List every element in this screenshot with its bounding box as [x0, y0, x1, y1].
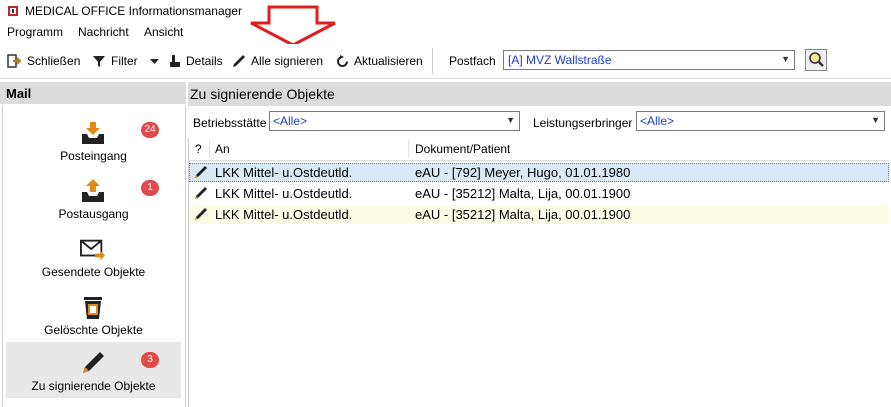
sign-all-button-label: Alle signieren [251, 54, 324, 68]
menu-ansicht[interactable]: Ansicht [144, 25, 183, 39]
toolbar: Schließen Filter Details Alle signieren … [0, 44, 891, 79]
sidebar-item-label: Zu signierende Objekte [31, 379, 156, 393]
table-row[interactable]: LKK Mittel- u.Ostdeutld. eAU - [35212] M… [189, 184, 889, 203]
leistungserbringer-select[interactable]: <Alle> ▼ [636, 111, 885, 131]
pen-icon [83, 352, 104, 373]
filter-dropdown-button[interactable] [150, 52, 159, 70]
cell-an: LKK Mittel- u.Ostdeutld. [215, 165, 353, 180]
cell-dokument: eAU - [792] Meyer, Hugo, 01.01.1980 [415, 165, 631, 180]
column-divider[interactable] [408, 140, 409, 158]
table-row[interactable]: LKK Mittel- u.Ostdeutld. eAU - [35212] M… [189, 205, 889, 224]
cell-dokument: eAU - [35212] Malta, Lija, 00.01.1900 [415, 186, 631, 201]
column-divider[interactable] [209, 140, 210, 158]
leistungserbringer-label: Leistungserbringer [533, 116, 633, 130]
title-bar: MEDICAL OFFICE Informationsmanager [0, 0, 891, 22]
toolbar-separator [432, 48, 433, 74]
betriebsstaette-label: Betriebsstätte [193, 116, 267, 130]
sidebar-item-gesendete-objekte[interactable]: Gesendete Objekte [6, 228, 181, 284]
app-logo-icon [8, 6, 18, 16]
exit-icon [7, 54, 22, 68]
column-header-flag[interactable]: ? [195, 142, 202, 156]
trash-icon [84, 297, 102, 319]
filter-button[interactable]: Filter [92, 52, 138, 70]
sidebar-title: Mail [6, 86, 32, 101]
filter-icon [93, 56, 105, 67]
column-header-an[interactable]: An [215, 142, 230, 156]
outbox-count-badge: 1 [141, 180, 159, 196]
pen-icon [195, 187, 207, 199]
page-title: Zu signierende Objekte [190, 86, 335, 102]
menu-nachricht[interactable]: Nachricht [78, 25, 129, 39]
sidebar-item-label: Gelöschte Objekte [44, 323, 143, 337]
sign-all-button[interactable]: Alle signieren [232, 52, 323, 70]
refresh-button[interactable]: Aktualisieren [336, 52, 423, 70]
sidebar-item-label: Postausgang [58, 207, 129, 221]
window-title: MEDICAL OFFICE Informationsmanager [25, 4, 242, 18]
sidebar-item-postausgang[interactable]: 1 Postausgang [6, 170, 181, 226]
refresh-button-label: Aktualisieren [354, 54, 423, 68]
sidebar-header: Mail [0, 82, 186, 104]
chevron-down-icon: ▼ [871, 115, 880, 125]
details-icon [170, 55, 180, 67]
betriebsstaette-value: <Alle> [273, 114, 308, 128]
pen-icon [195, 208, 207, 220]
cell-an: LKK Mittel- u.Ostdeutld. [215, 186, 353, 201]
main-header: Zu signierende Objekte [188, 82, 891, 106]
close-button[interactable]: Schließen [6, 52, 80, 70]
inbox-icon [82, 122, 104, 144]
refresh-icon [337, 54, 348, 67]
to-sign-count-badge: 3 [141, 352, 159, 368]
menu-programm[interactable]: Programm [7, 25, 63, 39]
details-button-label: Details [186, 54, 223, 68]
close-button-label: Schließen [27, 54, 81, 68]
chevron-down-icon: ▼ [781, 54, 790, 64]
unread-count-badge: 24 [141, 122, 159, 138]
sidebar-item-label: Gesendete Objekte [41, 265, 146, 279]
mail-folder-sidebar: 24 Posteingang 1 Postausgang Gesendete O… [2, 106, 186, 407]
sidebar-item-label: Posteingang [60, 149, 127, 163]
postfach-label: Postfach [449, 54, 496, 68]
search-button[interactable] [805, 49, 827, 71]
menu-bar: Programm Nachricht Ansicht [0, 22, 891, 42]
sidebar-item-zu-signierende-objekte[interactable]: 3 Zu signierende Objekte [6, 342, 181, 398]
postfach-select[interactable]: [A] MVZ Wallstraße ▼ [503, 50, 795, 70]
pen-icon [195, 166, 207, 178]
details-button[interactable]: Details [169, 52, 223, 70]
table-row[interactable]: LKK Mittel- u.Ostdeutld. eAU - [792] Mey… [189, 163, 889, 182]
postfach-value: [A] MVZ Wallstraße [508, 53, 612, 67]
column-header-dokument[interactable]: Dokument/Patient [415, 142, 510, 156]
leistungserbringer-value: <Alle> [640, 114, 675, 128]
table-header: ? An Dokument/Patient [189, 138, 889, 161]
sent-mail-icon [80, 239, 106, 261]
caret-down-icon [150, 58, 159, 64]
sidebar-item-posteingang[interactable]: 24 Posteingang [6, 112, 181, 168]
filter-button-label: Filter [111, 54, 138, 68]
signature-table: ? An Dokument/Patient LKK Mittel- u.Ostd… [188, 138, 889, 407]
sidebar-item-geloeschte-objekte[interactable]: Gelöschte Objekte [6, 286, 181, 342]
betriebsstaette-select[interactable]: <Alle> ▼ [269, 111, 520, 131]
pen-icon [233, 55, 245, 67]
chevron-down-icon: ▼ [506, 115, 515, 125]
cell-an: LKK Mittel- u.Ostdeutld. [215, 207, 353, 222]
outbox-icon [82, 179, 104, 202]
search-icon [809, 52, 824, 67]
cell-dokument: eAU - [35212] Malta, Lija, 00.01.1900 [415, 207, 631, 222]
filter-row: Betriebsstätte <Alle> ▼ Leistungserbring… [188, 108, 891, 136]
